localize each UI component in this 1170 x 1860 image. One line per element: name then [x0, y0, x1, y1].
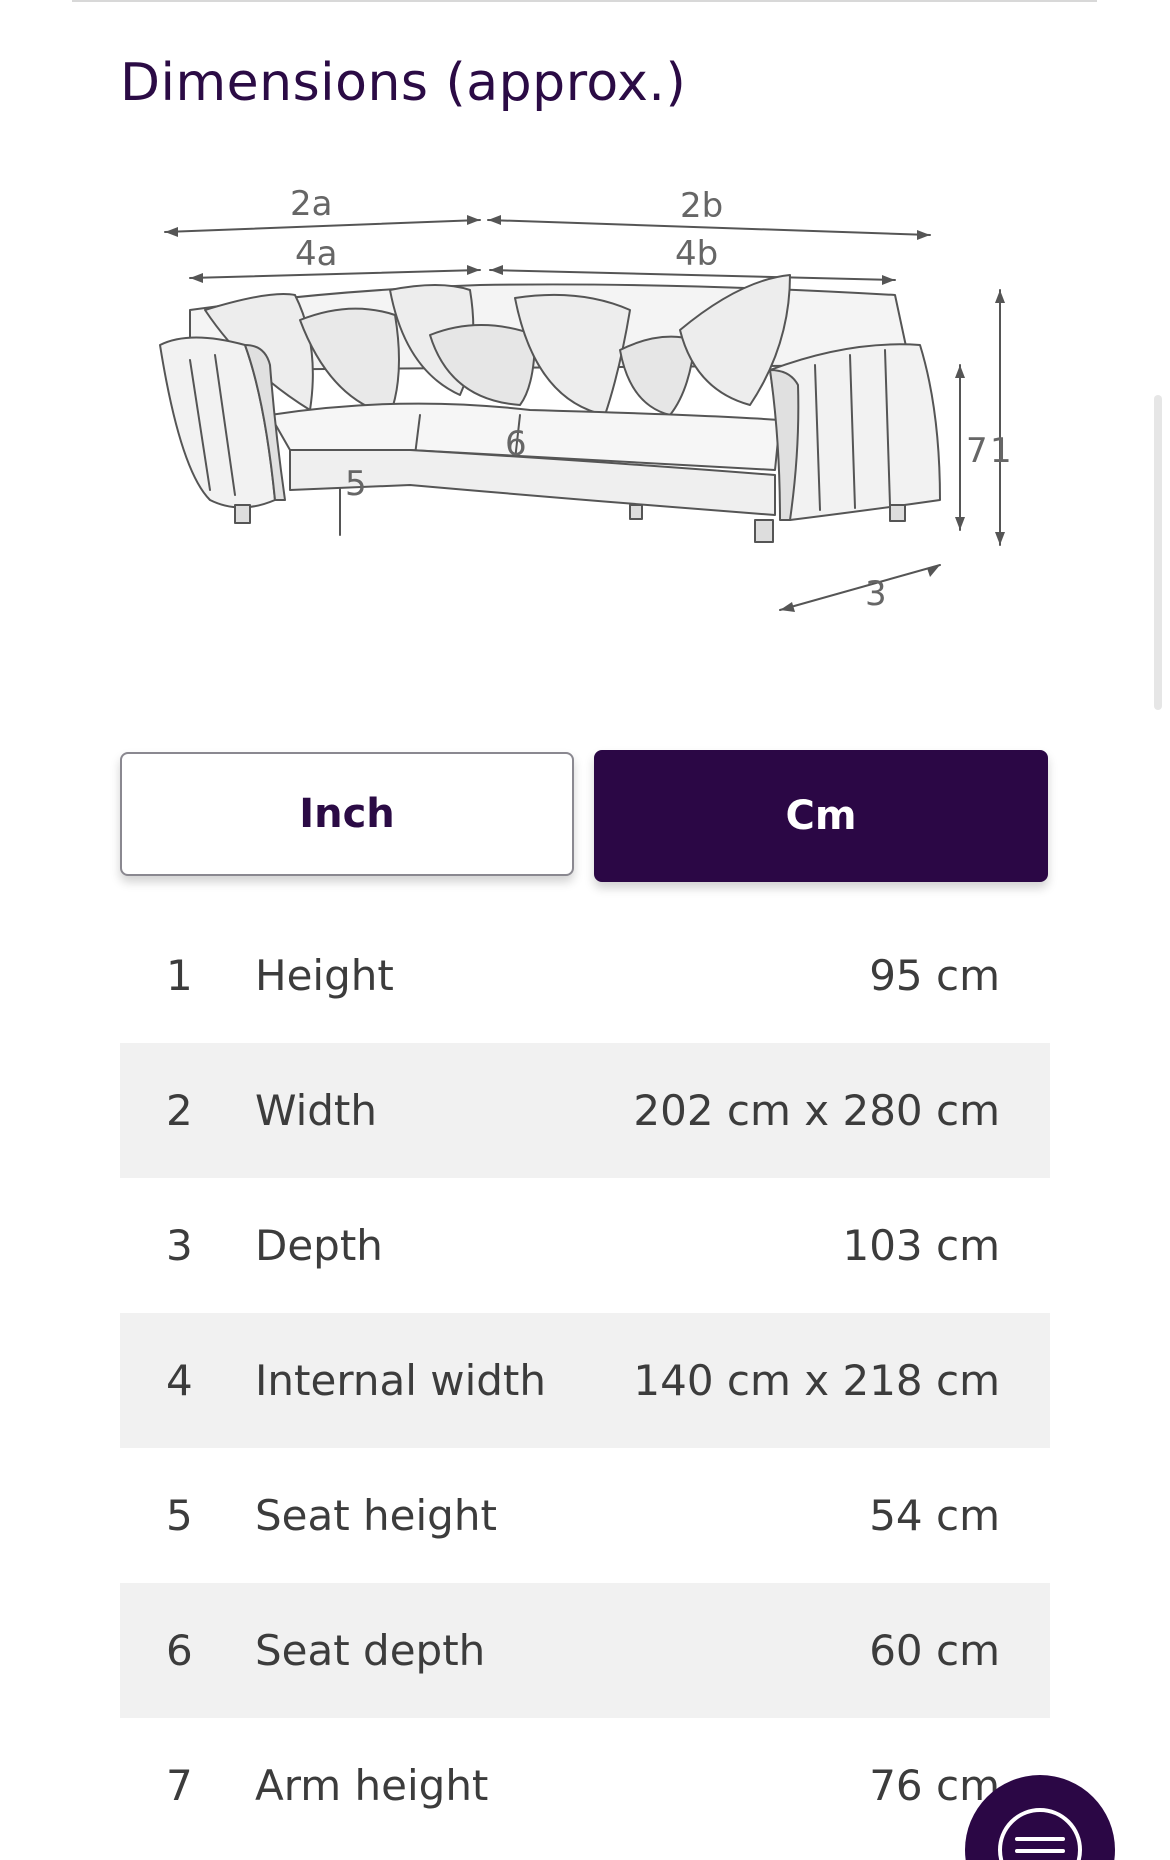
- diagram-label-3: 3: [865, 574, 887, 614]
- row-label: Seat height: [255, 1491, 497, 1540]
- sofa-line-drawing: 2a 2b 4a 4b 1 7 6 5 3: [159, 184, 1012, 614]
- table-row-internal-width: 4 Internal width 140 cm x 218 cm: [120, 1313, 1050, 1448]
- dimensions-table: 1 Height 95 cm 2 Width 202 cm x 280 cm 3…: [120, 908, 1050, 1853]
- diagram-label-7: 7: [966, 431, 988, 471]
- row-value: 95 cm: [869, 951, 1000, 1000]
- row-value: 54 cm: [869, 1491, 1000, 1540]
- row-label: Internal width: [255, 1356, 546, 1405]
- sofa-dimensions-diagram: 2a 2b 4a 4b 1 7 6 5 3: [150, 170, 1030, 640]
- row-label: Depth: [255, 1221, 383, 1270]
- section-title: Dimensions (approx.): [120, 53, 687, 113]
- row-number: 7: [166, 1761, 193, 1810]
- scrollbar[interactable]: [1154, 395, 1162, 710]
- product-dimensions-page: Dimensions (approx.) 2a 2b 4a 4b 1 7 6 5…: [0, 0, 1170, 1860]
- row-value: 140 cm x 218 cm: [633, 1356, 1000, 1405]
- table-row-width: 2 Width 202 cm x 280 cm: [120, 1043, 1050, 1178]
- row-number: 4: [166, 1356, 193, 1405]
- chat-menu-icon: [998, 1808, 1082, 1860]
- row-label: Width: [255, 1086, 378, 1135]
- row-label: Seat depth: [255, 1626, 486, 1675]
- row-number: 5: [166, 1491, 193, 1540]
- cm-unit-button[interactable]: Cm: [594, 750, 1048, 882]
- row-number: 6: [166, 1626, 193, 1675]
- diagram-label-2b: 2b: [680, 186, 723, 226]
- diagram-label-4a: 4a: [295, 234, 337, 274]
- table-row-seat-height: 5 Seat height 54 cm: [120, 1448, 1050, 1583]
- row-value: 60 cm: [869, 1626, 1000, 1675]
- table-row-seat-depth: 6 Seat depth 60 cm: [120, 1583, 1050, 1718]
- row-number: 2: [166, 1086, 193, 1135]
- unit-toggle: Inch Cm: [120, 750, 1050, 882]
- table-row-arm-height: 7 Arm height 76 cm: [120, 1718, 1050, 1853]
- diagram-label-2a: 2a: [290, 184, 332, 224]
- row-number: 3: [166, 1221, 193, 1270]
- row-label: Arm height: [255, 1761, 489, 1810]
- table-row-height: 1 Height 95 cm: [120, 908, 1050, 1043]
- row-value: 103 cm: [842, 1221, 1000, 1270]
- table-row-depth: 3 Depth 103 cm: [120, 1178, 1050, 1313]
- row-label: Height: [255, 951, 394, 1000]
- section-divider: [72, 0, 1097, 2]
- diagram-label-5: 5: [345, 464, 367, 504]
- diagram-label-4b: 4b: [675, 234, 718, 274]
- diagram-label-1: 1: [990, 431, 1012, 471]
- diagram-label-6: 6: [505, 424, 527, 464]
- row-number: 1: [166, 951, 193, 1000]
- inch-unit-button[interactable]: Inch: [120, 752, 574, 876]
- row-value: 202 cm x 280 cm: [633, 1086, 1000, 1135]
